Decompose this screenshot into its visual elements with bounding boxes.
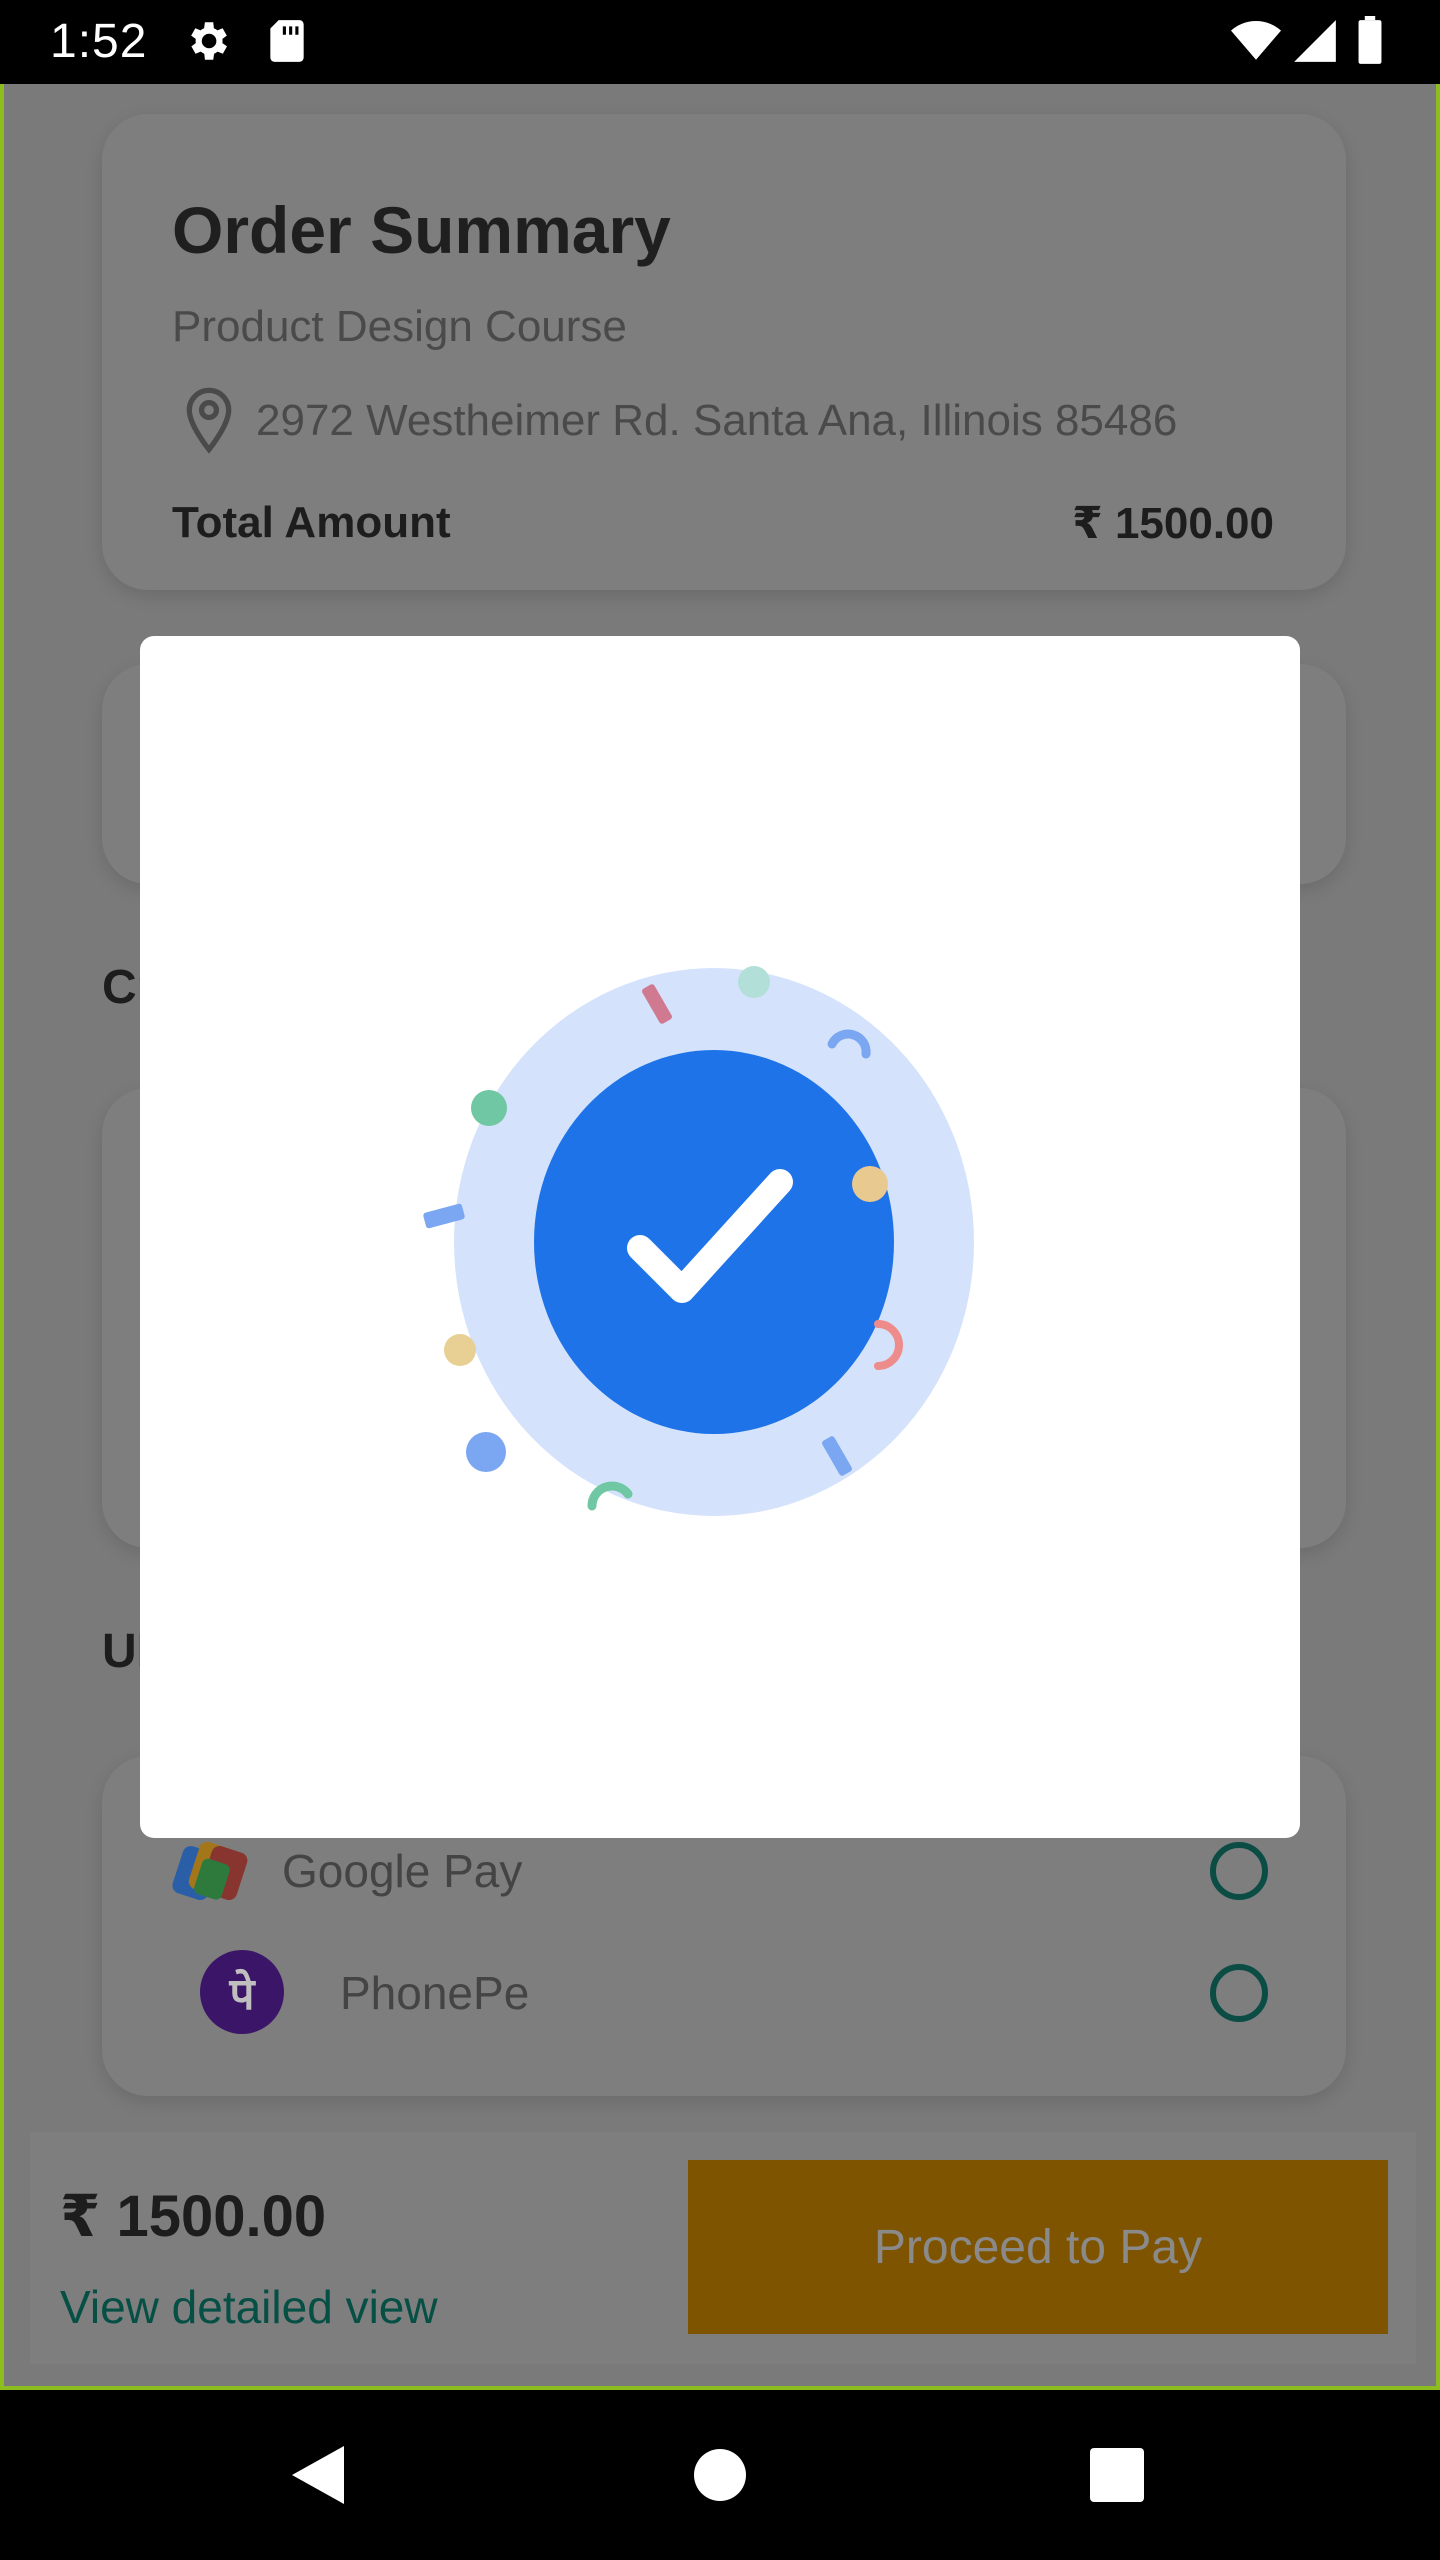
- order-summary-title: Order Summary: [172, 193, 671, 267]
- status-time: 1:52: [50, 15, 148, 68]
- location-pin-icon: [186, 387, 232, 454]
- phonepe-label: PhonePe: [340, 1967, 530, 2019]
- sd-card-icon: [270, 20, 304, 62]
- payment-success-dialog: [140, 636, 1300, 1838]
- battery-icon: [1358, 16, 1382, 64]
- home-icon[interactable]: [620, 2390, 820, 2560]
- checkout-bar: ₹ 1500.00 View detailed view Proceed to …: [30, 2132, 1416, 2364]
- google-pay-label: Google Pay: [282, 1845, 523, 1897]
- back-icon[interactable]: [218, 2390, 418, 2560]
- phonepe-radio[interactable]: [1210, 1964, 1268, 2022]
- order-summary-card: Order Summary Product Design Course 2972…: [102, 114, 1346, 590]
- course-name: Product Design Course: [172, 302, 627, 351]
- status-bar: 1:52: [0, 0, 1440, 84]
- system-navigation-bar: [0, 2390, 1440, 2560]
- total-amount-label: Total Amount: [172, 498, 451, 547]
- proceed-to-pay-button[interactable]: Proceed to Pay: [688, 2160, 1388, 2334]
- gear-icon: [191, 22, 227, 60]
- upi-option-phonepe[interactable]: पे PhonePe: [102, 1942, 1346, 2042]
- success-check-icon: [423, 966, 974, 1516]
- wifi-icon: [1231, 21, 1281, 60]
- phonepe-icon: पे: [200, 1950, 284, 2034]
- checkout-price: ₹ 1500.00: [60, 2184, 327, 2249]
- signal-icon: [1294, 20, 1336, 62]
- view-detailed-link[interactable]: View detailed view: [60, 2280, 438, 2334]
- recents-icon[interactable]: [1018, 2390, 1218, 2560]
- address-text: 2972 Westheimer Rd. Santa Ana, Illinois …: [256, 396, 1178, 445]
- google-pay-icon: [172, 1841, 248, 1901]
- total-amount-value: ₹ 1500.00: [1072, 499, 1274, 548]
- google-pay-radio[interactable]: [1210, 1842, 1268, 1900]
